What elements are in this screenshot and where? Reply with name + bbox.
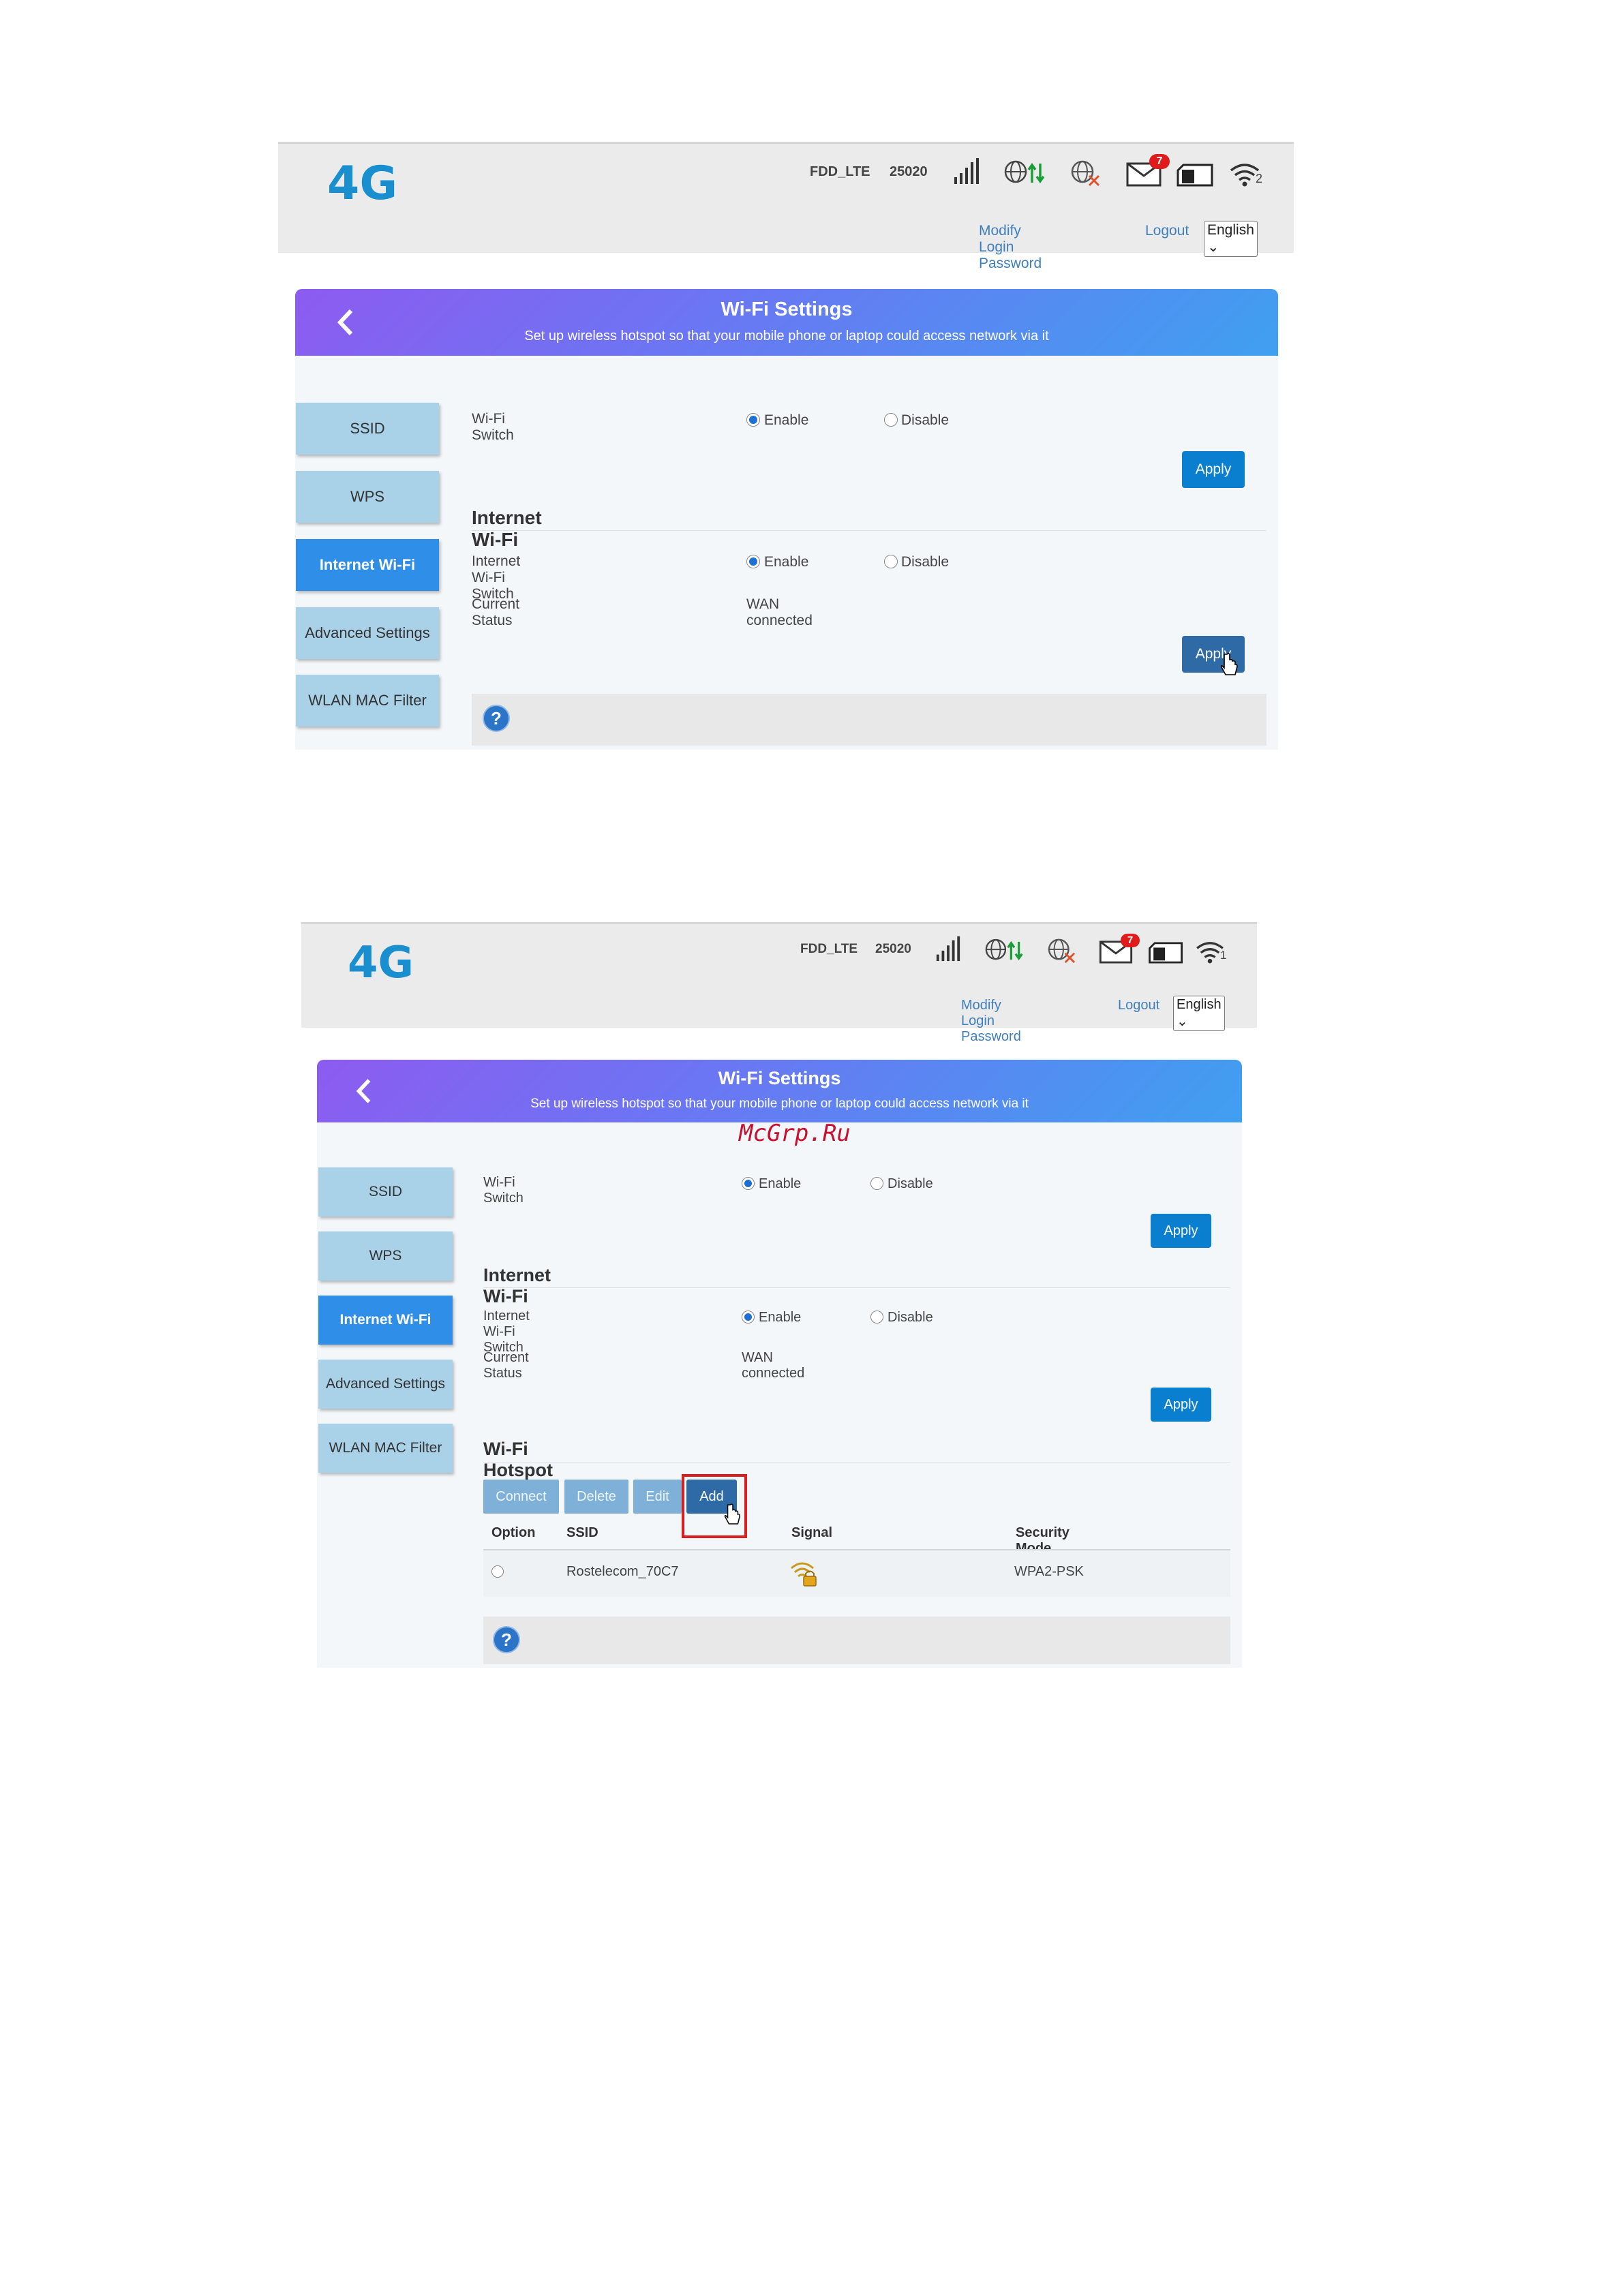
back-arrow-icon[interactable] xyxy=(354,1077,373,1105)
mouse-cursor-icon xyxy=(724,1503,740,1525)
column-header-signal: Signal xyxy=(791,1525,833,1540)
internet-wifi-section-title: Internet Wi-Fi xyxy=(483,1265,551,1306)
delete-button[interactable]: Delete xyxy=(564,1480,628,1514)
roaming-off-icon xyxy=(1048,938,1076,964)
wifi-client-count: 2 xyxy=(1256,172,1263,185)
internet-wifi-enable-label: Enable xyxy=(764,554,809,570)
sim-card-icon xyxy=(1177,164,1213,187)
nav-ssid[interactable]: SSID xyxy=(318,1167,453,1216)
page-subtitle: Set up wireless hotspot so that your mob… xyxy=(524,328,1049,343)
logo: 4G xyxy=(348,938,414,988)
row-security-mode: WPA2-PSK xyxy=(1014,1564,1084,1579)
logout-link[interactable]: Logout xyxy=(1118,998,1159,1013)
current-status-value: WAN connected xyxy=(742,1350,805,1381)
internet-connected-icon xyxy=(985,938,1023,961)
internet-connected-icon xyxy=(1004,160,1045,184)
language-select[interactable]: English ⌄ xyxy=(1204,221,1258,257)
nav-ssid[interactable]: SSID xyxy=(296,403,439,455)
internet-wifi-enable-radio[interactable] xyxy=(746,555,760,568)
operator-code: 25020 xyxy=(875,942,911,956)
network-type: FDD_LTE xyxy=(810,164,870,179)
nav-wps[interactable]: WPS xyxy=(296,471,439,523)
top-header xyxy=(301,922,1257,1028)
wifi-switch-disable-label: Disable xyxy=(888,1176,933,1191)
column-header-ssid: SSID xyxy=(566,1525,598,1540)
watermark: McGrp.Ru xyxy=(739,1120,851,1147)
internet-wifi-disable-radio[interactable] xyxy=(884,555,898,568)
sim-card-icon xyxy=(1149,942,1183,964)
language-select-value: English xyxy=(1177,997,1222,1012)
internet-wifi-disable-label: Disable xyxy=(888,1310,933,1325)
wifi-switch-apply-button[interactable]: Apply xyxy=(1182,451,1245,488)
wifi-switch-disable-radio[interactable] xyxy=(870,1177,883,1190)
logo: 4G xyxy=(327,157,398,211)
internet-wifi-switch-label: Internet Wi-Fi Switch xyxy=(472,553,521,602)
column-header-option: Option xyxy=(491,1525,536,1540)
connect-button[interactable]: Connect xyxy=(483,1480,559,1514)
wifi-switch-enable-radio[interactable] xyxy=(746,413,760,427)
nav-wlan-mac-filter[interactable]: WLAN MAC Filter xyxy=(296,675,439,726)
sms-count-badge: 7 xyxy=(1149,154,1170,169)
current-status-label: Current Status xyxy=(483,1350,529,1381)
current-status-value: WAN connected xyxy=(746,596,813,628)
table-row[interactable]: Rostelecom_70C7 WPA2-PSK xyxy=(483,1550,1230,1597)
roaming-off-icon xyxy=(1071,160,1100,187)
nav-internet-wifi[interactable]: Internet Wi-Fi xyxy=(296,539,439,591)
internet-wifi-enable-label: Enable xyxy=(759,1310,802,1325)
page-title: Wi-Fi Settings xyxy=(718,1068,841,1088)
language-select-value: English xyxy=(1207,222,1254,238)
logout-link[interactable]: Logout xyxy=(1145,223,1189,239)
nav-internet-wifi[interactable]: Internet Wi-Fi xyxy=(318,1296,453,1345)
help-bar xyxy=(472,694,1266,746)
wifi-client-count: 1 xyxy=(1220,949,1227,962)
internet-wifi-apply-button[interactable]: Apply xyxy=(1151,1388,1211,1422)
internet-wifi-enable-radio[interactable] xyxy=(742,1311,755,1323)
section-divider xyxy=(483,1287,1230,1288)
signal-strength-icon xyxy=(936,936,960,962)
back-arrow-icon[interactable] xyxy=(335,308,355,337)
wifi-signal-locked-icon xyxy=(791,1562,817,1587)
page-subtitle: Set up wireless hotspot so that your mob… xyxy=(530,1097,1029,1111)
row-ssid: Rostelecom_70C7 xyxy=(566,1564,679,1579)
wifi-switch-enable-radio[interactable] xyxy=(742,1177,755,1190)
network-type: FDD_LTE xyxy=(800,942,858,956)
internet-wifi-disable-label: Disable xyxy=(901,554,950,570)
hotspot-divider xyxy=(483,1462,1230,1463)
current-status-label: Current Status xyxy=(472,596,520,628)
modify-login-password-link[interactable]: Modify Login Password xyxy=(979,223,1042,272)
row-select-radio[interactable] xyxy=(491,1565,504,1578)
operator-code: 25020 xyxy=(890,164,928,179)
help-icon[interactable]: ? xyxy=(493,1626,520,1653)
signal-strength-icon xyxy=(954,158,979,184)
internet-wifi-disable-radio[interactable] xyxy=(870,1311,883,1323)
modify-login-password-link[interactable]: Modify Login Password xyxy=(961,998,1021,1045)
page-banner: Wi-Fi Settings Set up wireless hotspot s… xyxy=(317,1060,1242,1122)
wifi-switch-label: Wi-Fi Switch xyxy=(483,1175,524,1206)
section-divider xyxy=(472,530,1266,531)
page-title: Wi-Fi Settings xyxy=(721,299,853,320)
wifi-switch-enable-label: Enable xyxy=(764,412,809,428)
internet-wifi-switch-label: Internet Wi-Fi Switch xyxy=(483,1308,530,1355)
wifi-switch-disable-label: Disable xyxy=(901,412,950,428)
page-banner: Wi-Fi Settings Set up wireless hotspot s… xyxy=(295,289,1278,356)
nav-advanced-settings[interactable]: Advanced Settings xyxy=(296,607,439,659)
nav-advanced-settings[interactable]: Advanced Settings xyxy=(318,1360,453,1409)
language-select[interactable]: English ⌄ xyxy=(1173,996,1225,1031)
internet-wifi-section-title: Internet Wi-Fi xyxy=(472,507,542,550)
edit-button[interactable]: Edit xyxy=(633,1480,682,1514)
sms-count-badge: 7 xyxy=(1121,934,1140,947)
wifi-hotspot-section-title: Wi-Fi Hotspot xyxy=(483,1439,553,1480)
help-bar xyxy=(483,1617,1230,1664)
mouse-cursor-icon xyxy=(1220,653,1238,675)
top-header xyxy=(278,142,1294,253)
wifi-switch-apply-button[interactable]: Apply xyxy=(1151,1214,1211,1248)
nav-wps[interactable]: WPS xyxy=(318,1231,453,1281)
wifi-switch-enable-label: Enable xyxy=(759,1176,802,1191)
wifi-switch-label: Wi-Fi Switch xyxy=(472,411,514,443)
wifi-switch-disable-radio[interactable] xyxy=(884,413,898,427)
help-icon[interactable]: ? xyxy=(483,705,510,732)
nav-wlan-mac-filter[interactable]: WLAN MAC Filter xyxy=(318,1424,453,1473)
